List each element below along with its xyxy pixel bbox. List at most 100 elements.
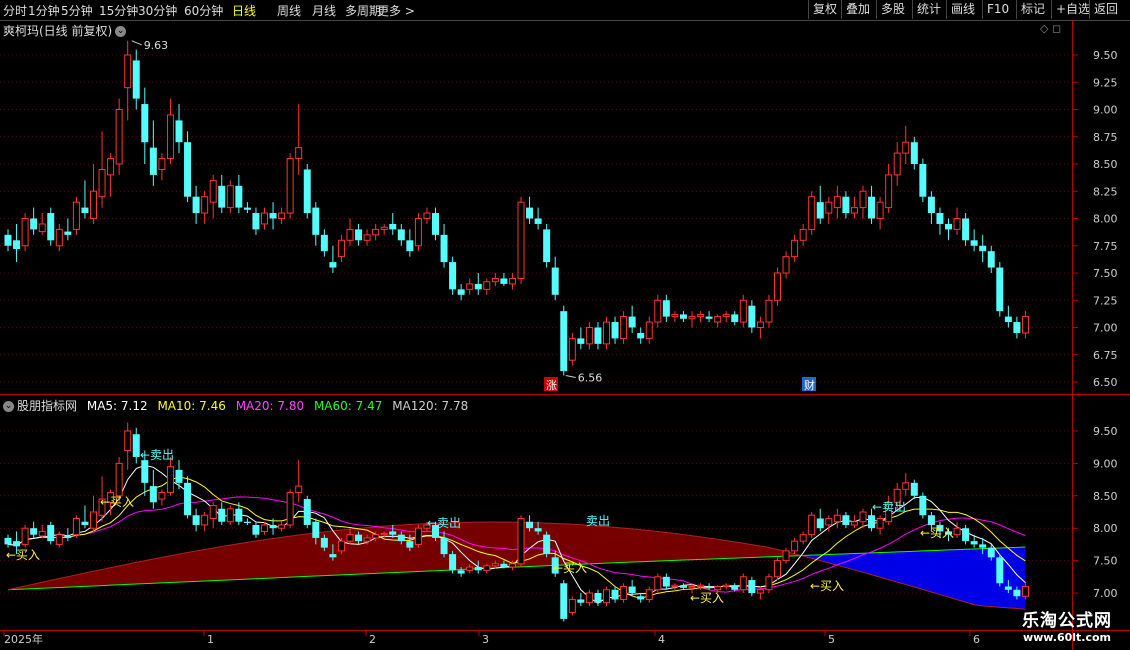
chart-canvas[interactable]: 9.50 9.25 9.00 8.75 8.50 8.25 8.00 7.75 7.50 7.25… bbox=[0, 0, 1130, 650]
main-candle-up bbox=[876, 201, 884, 219]
main-candle-down bbox=[996, 267, 1004, 312]
indicator-candle-up bbox=[585, 592, 593, 604]
chevron-down-icon[interactable]: ⌄ bbox=[3, 401, 14, 412]
buy-signal-label: ←买入 bbox=[810, 579, 844, 593]
indicator-candle-up bbox=[158, 492, 166, 500]
indicator-candle-up bbox=[466, 566, 474, 571]
indicator-candle-down bbox=[389, 531, 397, 535]
main-candle-up bbox=[38, 223, 46, 233]
indicator-candle-up bbox=[756, 589, 764, 594]
watermark: 乐淘公式网 www.60lt.com bbox=[1022, 606, 1112, 644]
x-tick-label: 6 bbox=[973, 633, 980, 646]
main-candle-down bbox=[4, 234, 12, 246]
main-candle-up bbox=[799, 228, 807, 241]
indicator-candle-down bbox=[457, 570, 465, 574]
x-tick-label: 3 bbox=[482, 633, 489, 646]
indicator-candle-up bbox=[902, 482, 910, 490]
y-tick-label: 6.50 bbox=[1093, 376, 1118, 389]
main-candle-down bbox=[149, 147, 157, 175]
indicator-candle-down bbox=[526, 521, 534, 529]
main-candle-up bbox=[372, 228, 380, 236]
main-candle-up bbox=[568, 337, 576, 361]
indicator-name: 股朋指标网 bbox=[17, 399, 78, 413]
indicator-candle-down bbox=[175, 469, 183, 483]
high-pointer bbox=[131, 40, 142, 46]
y-tick-label: 9.25 bbox=[1093, 76, 1118, 89]
indicator-candle-up bbox=[774, 560, 781, 578]
indicator-candle-down bbox=[560, 583, 568, 619]
main-candle-up bbox=[885, 174, 893, 209]
indicator-candle-up bbox=[72, 517, 80, 536]
main-candle-up bbox=[286, 158, 294, 214]
ma10-value: MA10: 7.46 bbox=[157, 399, 226, 413]
main-candle-up bbox=[782, 256, 790, 274]
x-tick-label: 2025年 bbox=[4, 632, 43, 646]
ma60-value: MA60: 7.47 bbox=[313, 399, 383, 413]
main-candle-down bbox=[312, 207, 320, 235]
main-candle-down bbox=[987, 251, 995, 268]
indicator-y-tick-label: 9.50 bbox=[1093, 425, 1118, 438]
indicator-candle-down bbox=[30, 528, 38, 535]
main-candle-up bbox=[791, 239, 799, 258]
diamond-icon[interactable]: ◇ bbox=[1040, 22, 1048, 35]
y-tick-label: 8.00 bbox=[1093, 213, 1118, 226]
main-candle-up bbox=[423, 212, 431, 220]
indicator-candle-up bbox=[124, 430, 132, 451]
main-candle-down bbox=[534, 218, 542, 224]
indicator-candle-down bbox=[312, 521, 320, 538]
ma120-value: MA120: 7.78 bbox=[392, 399, 469, 413]
main-candle-down bbox=[355, 229, 363, 241]
y-tick-label: 7.00 bbox=[1093, 322, 1118, 335]
main-candle-down bbox=[329, 262, 337, 268]
indicator-candle-up bbox=[645, 589, 653, 600]
indicator-candle-up bbox=[688, 586, 696, 589]
chevron-down-icon[interactable]: ⌄ bbox=[115, 26, 127, 37]
main-candle-up bbox=[654, 299, 662, 323]
main-candle-up bbox=[21, 218, 29, 247]
indicator-candle-down bbox=[13, 541, 21, 547]
indicator-candle-down bbox=[252, 524, 260, 535]
indicator-candle-down bbox=[1013, 589, 1021, 597]
main-candle-down bbox=[184, 142, 192, 197]
buy-signal-label: ←买入 bbox=[553, 561, 587, 575]
expand-icon[interactable]: ◻ bbox=[1052, 22, 1061, 35]
main-candle-down bbox=[252, 213, 260, 230]
main-candle-up bbox=[859, 190, 867, 209]
indicator-candle-down bbox=[705, 586, 713, 588]
indicator-y-tick-label: 8.50 bbox=[1093, 490, 1118, 503]
indicator-candle-up bbox=[261, 524, 268, 532]
indicator-candle-up bbox=[808, 514, 816, 536]
indicator-candle-down bbox=[919, 495, 927, 516]
indicator-candle-down bbox=[816, 518, 824, 529]
indicator-candle-down bbox=[303, 499, 311, 525]
indicator-candle-down bbox=[449, 554, 457, 571]
indicator-candle-down bbox=[141, 460, 149, 483]
main-candle-down bbox=[637, 332, 645, 339]
indicator-candle-up bbox=[791, 540, 799, 552]
indicator-candle-down bbox=[329, 554, 337, 558]
main-candle-down bbox=[303, 169, 311, 214]
indicator-candle-up bbox=[483, 565, 491, 571]
indicator-candle-down bbox=[962, 528, 970, 542]
main-candle-down bbox=[705, 316, 713, 319]
indicator-candle-down bbox=[979, 544, 987, 548]
main-candle-down bbox=[47, 213, 55, 241]
indicator-candle-down bbox=[235, 508, 243, 522]
buy-signal-label: ←买入 bbox=[6, 548, 40, 562]
main-candle-down bbox=[474, 283, 482, 290]
indicator-candle-up bbox=[286, 492, 294, 526]
high-price-label: 9.63 bbox=[144, 39, 169, 52]
indicator-candle-down bbox=[243, 521, 251, 524]
indicator-candle-up bbox=[508, 563, 516, 568]
indicator-candle-up bbox=[209, 505, 217, 519]
main-candle-down bbox=[1013, 322, 1021, 333]
main-candle-up bbox=[414, 218, 422, 247]
main-candle-down bbox=[551, 267, 559, 295]
main-candle-up bbox=[953, 218, 961, 230]
indicator-candle-down bbox=[192, 515, 200, 525]
main-candle-down bbox=[432, 213, 439, 235]
main-candle-up bbox=[1021, 316, 1029, 334]
indicator-candle-up bbox=[201, 514, 209, 526]
main-candle-up bbox=[765, 299, 773, 323]
main-candle-down bbox=[243, 207, 251, 210]
